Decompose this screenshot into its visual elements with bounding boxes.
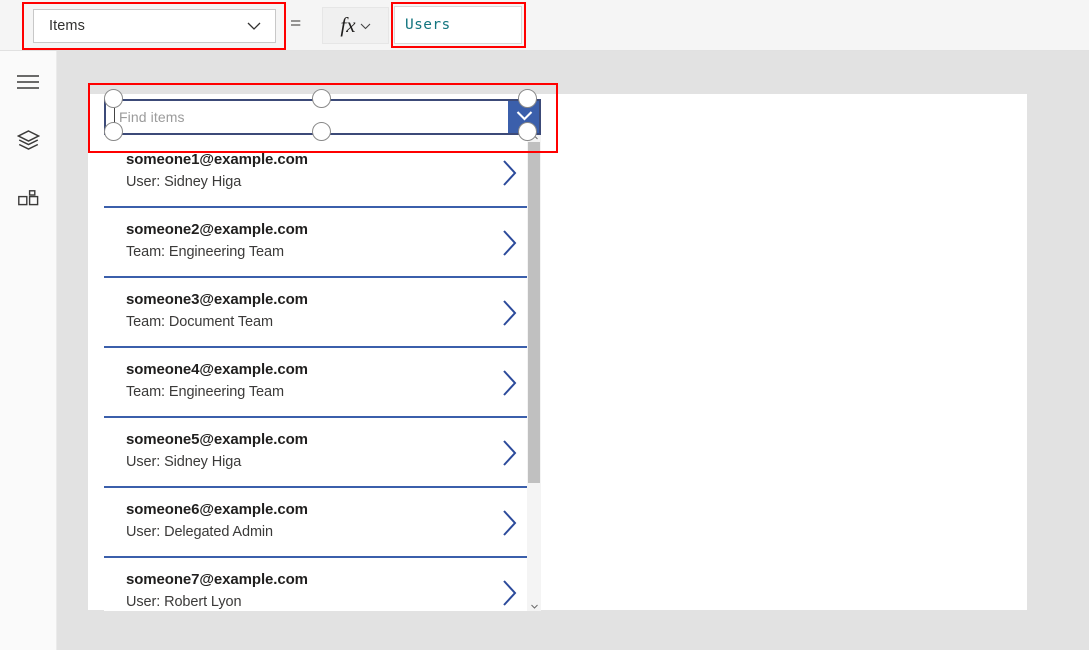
list-item-primary-text: someone4@example.com — [126, 361, 308, 378]
menu-icon — [17, 74, 39, 94]
resize-handle-n[interactable] — [312, 89, 331, 108]
list-item-secondary-text: User: Sidney Higa — [126, 454, 242, 470]
combobox-search-area[interactable]: Find items — [105, 100, 508, 134]
chevron-right-icon[interactable] — [502, 369, 518, 402]
list-item-secondary-text: User: Robert Lyon — [126, 594, 242, 610]
list-item[interactable]: someone2@example.com Team: Engineering Te… — [104, 208, 541, 278]
property-select-value: Items — [49, 18, 85, 34]
fx-label: fx — [340, 13, 356, 37]
chevron-right-icon[interactable] — [502, 229, 518, 262]
fx-button[interactable]: fx — [322, 7, 389, 44]
chevron-down-icon — [360, 17, 371, 35]
left-rail — [0, 51, 57, 650]
formula-input[interactable]: Users — [394, 6, 522, 44]
list-item[interactable]: someone5@example.com User: Sidney Higa — [104, 418, 541, 488]
resize-handle-se[interactable] — [518, 122, 537, 141]
list-scrollbar[interactable] — [527, 130, 541, 611]
list-item-primary-text: someone2@example.com — [126, 221, 308, 238]
list-item-primary-text: someone6@example.com — [126, 501, 308, 518]
resize-handle-ne[interactable] — [518, 89, 537, 108]
formula-bar: Items = fx Users — [0, 0, 1089, 51]
chevron-right-icon[interactable] — [502, 159, 518, 192]
list-item-secondary-text: Team: Engineering Team — [126, 384, 284, 400]
layers-icon — [16, 130, 40, 156]
components-icon — [17, 190, 39, 216]
equals-sign: = — [290, 13, 302, 35]
resize-handle-s[interactable] — [312, 122, 331, 141]
list-item-primary-text: someone1@example.com — [126, 151, 308, 168]
list-item[interactable]: someone7@example.com User: Robert Lyon — [104, 558, 541, 611]
list-item-secondary-text: User: Sidney Higa — [126, 174, 242, 190]
list-item-primary-text: someone5@example.com — [126, 431, 308, 448]
list-item[interactable]: someone6@example.com User: Delegated Admi… — [104, 488, 541, 558]
list-item[interactable]: someone3@example.com Team: Document Team — [104, 278, 541, 348]
rail-item-insert[interactable] — [0, 179, 56, 227]
list-item-secondary-text: User: Delegated Admin — [126, 524, 274, 540]
resize-handle-nw[interactable] — [104, 89, 123, 108]
list-item-primary-text: someone3@example.com — [126, 291, 308, 308]
property-select[interactable]: Items — [33, 9, 276, 43]
chevron-right-icon[interactable] — [502, 439, 518, 472]
list-item[interactable]: someone1@example.com User: Sidney Higa — [104, 138, 541, 208]
list-item[interactable]: someone4@example.com Team: Engineering Te… — [104, 348, 541, 418]
results-list: someone1@example.com User: Sidney Higa som… — [104, 138, 541, 611]
list-item-secondary-text: Team: Engineering Team — [126, 244, 284, 260]
formula-input-value: Users — [405, 17, 451, 33]
rail-item-menu[interactable] — [0, 60, 56, 108]
list-item-primary-text: someone7@example.com — [126, 571, 308, 588]
list-item-secondary-text: Team: Document Team — [126, 314, 273, 330]
chevron-down-icon — [239, 22, 275, 31]
caret-down-icon — [530, 596, 538, 614]
rail-item-tree-view[interactable] — [0, 119, 56, 167]
chevron-right-icon[interactable] — [502, 299, 518, 332]
scroll-thumb[interactable] — [528, 142, 540, 483]
scroll-down-button[interactable] — [527, 599, 541, 611]
resize-handle-sw[interactable] — [104, 122, 123, 141]
chevron-right-icon[interactable] — [502, 579, 518, 611]
chevron-right-icon[interactable] — [502, 509, 518, 542]
